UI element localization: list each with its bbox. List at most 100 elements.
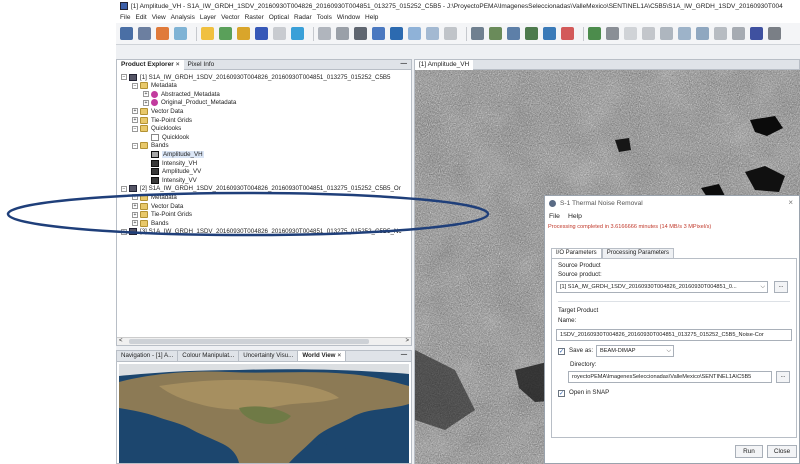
tree-row[interactable]: − Bands xyxy=(132,142,169,150)
range-finder-icon[interactable] xyxy=(732,27,745,40)
tab-image-amplitude-vh[interactable]: [1] Amplitude_VH xyxy=(415,59,474,70)
grid-icon[interactable] xyxy=(507,27,520,40)
tree-row[interactable]: Amplitude_VV xyxy=(143,168,201,176)
menu-edit[interactable]: Edit xyxy=(135,14,146,21)
collapse-icon[interactable]: − xyxy=(132,82,138,89)
band-maths-icon[interactable] xyxy=(201,27,214,40)
graph-builder-icon[interactable] xyxy=(471,27,484,40)
minimize-icon[interactable]: — xyxy=(401,351,407,358)
tree-row[interactable]: − Metadata xyxy=(132,82,177,90)
tab-pixel-info[interactable]: Pixel Info xyxy=(184,60,219,70)
close-icon[interactable]: × xyxy=(337,352,341,359)
tree-row[interactable]: + [3] S1A_IW_GRDH_1SDV_20160930T004826_20… xyxy=(121,228,401,236)
line-tool-icon[interactable] xyxy=(714,27,727,40)
tab-navigation[interactable]: Navigation - [1] A... xyxy=(117,351,179,361)
open-in-snap-checkbox[interactable]: ✓ xyxy=(558,390,565,397)
tree-row[interactable]: Intensity_VV xyxy=(143,176,197,184)
globe-icon[interactable] xyxy=(390,27,403,40)
line-chart-icon[interactable] xyxy=(426,27,439,40)
target-name-field[interactable]: 1SDV_20160930T004826_20160930T004851_013… xyxy=(556,329,792,341)
expand-icon[interactable]: + xyxy=(132,211,138,218)
scatter-plot-icon[interactable] xyxy=(372,27,385,40)
spectrum-icon[interactable] xyxy=(219,27,232,40)
menu-layer[interactable]: Layer xyxy=(200,14,216,21)
menu-tools[interactable]: Tools xyxy=(317,14,332,21)
pixel-info-icon[interactable] xyxy=(354,27,367,40)
tree-row[interactable]: + Abstracted_Metadata xyxy=(143,90,220,98)
menu-vector[interactable]: Vector xyxy=(221,14,239,21)
menu-radar[interactable]: Radar xyxy=(294,14,312,21)
world-view-globe[interactable] xyxy=(119,364,409,463)
open-product-icon[interactable] xyxy=(120,27,133,40)
run-button[interactable]: Run xyxy=(735,445,763,458)
expand-icon[interactable]: + xyxy=(132,108,138,115)
minimize-icon[interactable]: — xyxy=(401,60,408,67)
save-format-select[interactable]: BEAM-DIMAP ⌵ xyxy=(596,345,674,357)
histogram-icon[interactable] xyxy=(237,27,250,40)
directory-field[interactable]: royectoPEMA\ImagenesSeleccionadas\ValleM… xyxy=(568,371,772,383)
source-product-select[interactable]: [1] S1A_IW_GRDH_1SDV_20160930T004826_201… xyxy=(556,281,768,293)
close-icon[interactable]: × xyxy=(788,198,793,207)
scroll-right-icon[interactable]: > xyxy=(405,338,409,344)
pan-tool-icon[interactable] xyxy=(642,27,655,40)
menu-analysis[interactable]: Analysis xyxy=(171,14,195,21)
close-icon[interactable]: × xyxy=(176,61,180,68)
draw-tool-icon[interactable] xyxy=(336,27,349,40)
expand-icon[interactable]: + xyxy=(132,220,138,227)
collapse-icon[interactable]: − xyxy=(121,74,127,80)
tree-row[interactable]: + Vector Data xyxy=(132,202,183,210)
select-tool-icon[interactable] xyxy=(624,27,637,40)
expand-icon[interactable]: + xyxy=(121,228,127,235)
save-product-icon[interactable] xyxy=(138,27,151,40)
menu-help[interactable]: Help xyxy=(365,14,378,21)
dialog-menu-file[interactable]: File xyxy=(549,213,560,220)
statistics-icon[interactable] xyxy=(255,27,268,40)
polarimetry-icon[interactable] xyxy=(525,27,538,40)
collapse-icon[interactable]: − xyxy=(121,185,127,192)
mask-icon[interactable] xyxy=(273,27,286,40)
source-browse-button[interactable]: ... xyxy=(774,281,788,293)
tab-world-view[interactable]: World View × xyxy=(298,351,347,361)
terrain-icon[interactable] xyxy=(561,27,574,40)
undo-icon[interactable] xyxy=(156,27,169,40)
tab-product-explorer[interactable]: Product Explorer × xyxy=(117,59,184,70)
tree-row[interactable]: Intensity_VH xyxy=(143,159,197,167)
dialog-menu-help[interactable]: Help xyxy=(568,213,582,220)
batch-processing-icon[interactable] xyxy=(489,27,502,40)
menu-raster[interactable]: Raster xyxy=(245,14,264,21)
horizontal-scrollbar[interactable]: < > xyxy=(117,337,411,345)
tab-uncertainty-visualisation[interactable]: Uncertainty Visu... xyxy=(239,351,299,361)
rectangle-tool-icon[interactable] xyxy=(750,27,763,40)
gcp-tool-icon[interactable] xyxy=(696,27,709,40)
expand-icon[interactable]: + xyxy=(143,91,149,98)
directory-browse-button[interactable]: ... xyxy=(776,371,790,383)
tree-row[interactable]: + Bands xyxy=(132,219,169,227)
tab-colour-manipulation[interactable]: Colour Manipulat... xyxy=(178,351,240,361)
tree-row[interactable]: + Tie-Point Grids xyxy=(132,211,192,219)
expand-icon[interactable]: + xyxy=(132,117,138,123)
tree-row[interactable]: + Tie-Point Grids xyxy=(132,116,192,124)
tree-row[interactable]: + Vector Data xyxy=(132,107,183,115)
collapse-icon[interactable]: − xyxy=(132,142,138,149)
layers-icon[interactable] xyxy=(606,27,619,40)
gcp-icon[interactable] xyxy=(543,27,556,40)
world-map-icon[interactable] xyxy=(291,27,304,40)
sum-icon[interactable] xyxy=(444,27,457,40)
ship-detection-icon[interactable] xyxy=(588,27,601,40)
menu-window[interactable]: Window xyxy=(337,14,360,21)
pin-tool-icon[interactable] xyxy=(678,27,691,40)
tree-row[interactable]: − Quicklooks xyxy=(132,125,181,133)
tree-row[interactable]: Amplitude_VH xyxy=(143,150,204,158)
tree-row[interactable]: Quicklook xyxy=(143,133,189,141)
more-tools-icon[interactable] xyxy=(768,27,781,40)
collapse-icon[interactable]: − xyxy=(132,125,138,132)
scrollbar-thumb[interactable] xyxy=(129,339,369,344)
polygon-tool-icon[interactable] xyxy=(318,27,331,40)
tree-row[interactable]: + Metadata xyxy=(132,193,177,201)
expand-icon[interactable]: + xyxy=(132,203,138,209)
menu-file[interactable]: File xyxy=(120,14,130,21)
tree-row[interactable]: + Original_Product_Metadata xyxy=(143,99,236,107)
scroll-left-icon[interactable]: < xyxy=(119,338,123,344)
save-as-checkbox[interactable]: ✓ xyxy=(558,348,565,355)
expand-icon[interactable]: + xyxy=(132,194,138,201)
